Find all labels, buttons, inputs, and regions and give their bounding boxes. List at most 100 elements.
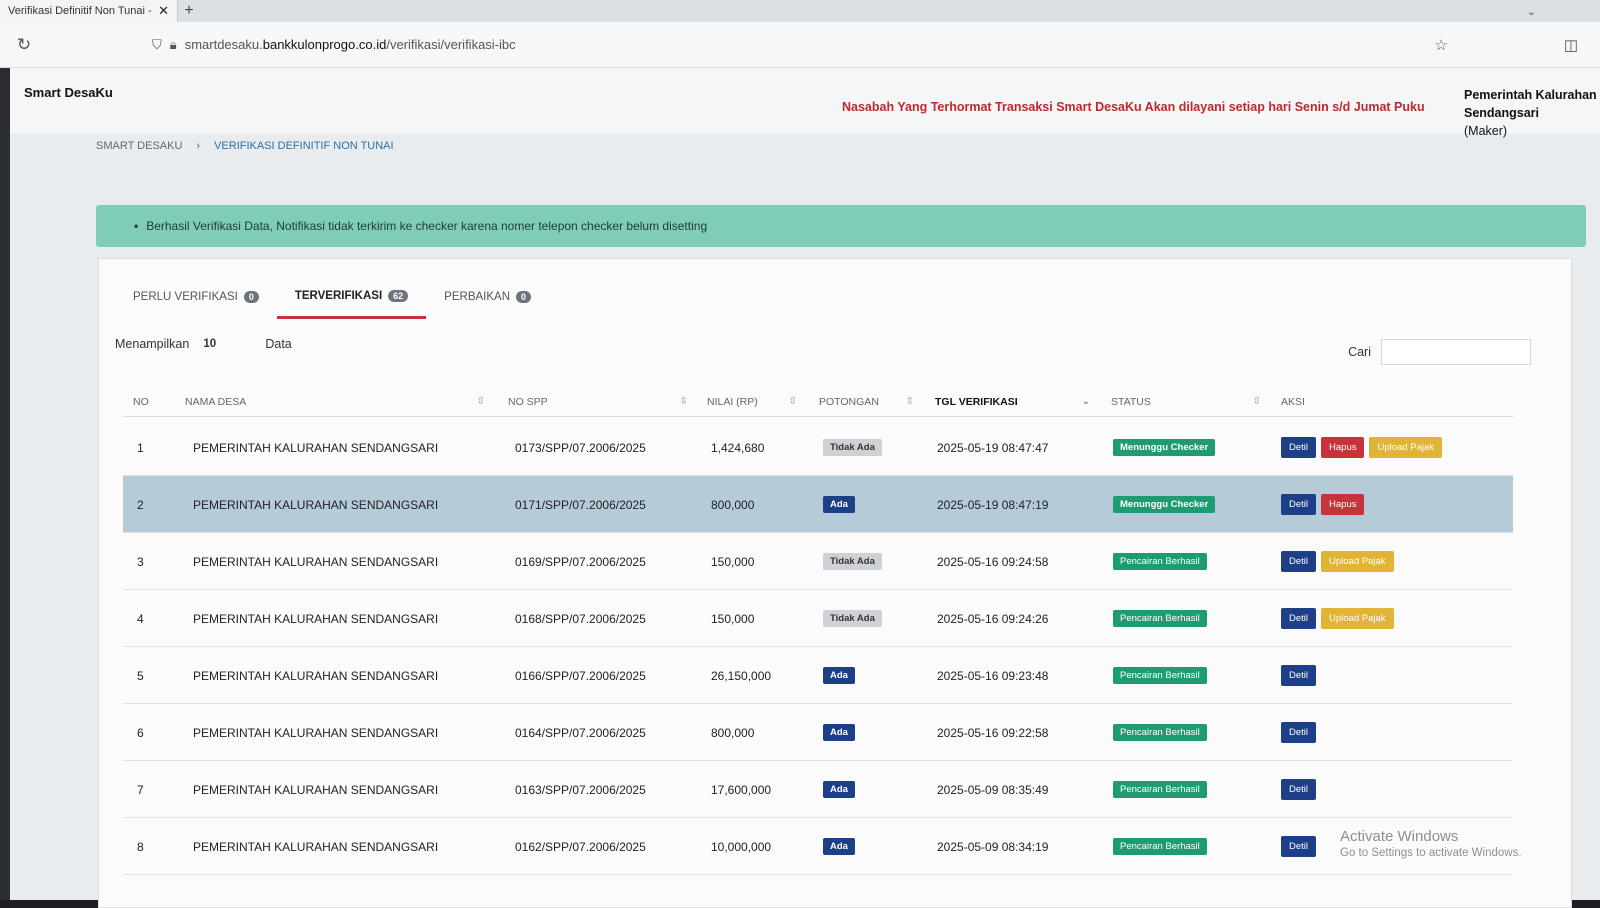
hapus-button[interactable]: Hapus <box>1321 437 1365 458</box>
cell-nama-desa: PEMERINTAH KALURAHAN SENDANGSARI <box>193 554 439 569</box>
chevron-down-icon[interactable]: ⌄ <box>1527 5 1536 18</box>
cell-nama-desa: PEMERINTAH KALURAHAN SENDANGSARI <box>193 440 439 455</box>
reload-icon[interactable]: ↻ <box>0 35 48 55</box>
tab-label: PERBAIKAN <box>444 291 510 303</box>
col-nama-desa[interactable]: NAMA DESA ⇳ <box>185 396 485 408</box>
cell-nilai: 800,000 <box>711 497 755 512</box>
table-row[interactable]: 3 PEMERINTAH KALURAHAN SENDANGSARI 0169/SP… <box>123 533 1513 590</box>
status-tabs: PERLU VERIFIKASI 0 TERVERIFIKASI 62 PERB… <box>115 275 549 319</box>
table-row[interactable]: 2 PEMERINTAH KALURAHAN SENDANGSARI 0171/SP… <box>123 476 1513 533</box>
potongan-badge: Ada <box>823 496 855 513</box>
cell-tgl-verifikasi: 2025-05-16 09:24:58 <box>937 554 1049 569</box>
detil-button[interactable]: Detil <box>1281 608 1317 629</box>
table-row[interactable]: 5 PEMERINTAH KALURAHAN SENDANGSARI 0166/SP… <box>123 647 1513 704</box>
tab-perbaikan[interactable]: PERBAIKAN 0 <box>426 275 549 319</box>
status-badge: Pencairan Berhasil <box>1113 724 1207 741</box>
upload-pajak-button[interactable]: Upload Pajak <box>1321 608 1394 629</box>
watermark-line2: Go to Settings to activate Windows. <box>1340 847 1522 859</box>
close-icon[interactable]: ✕ <box>158 3 169 19</box>
table-row[interactable]: 4 PEMERINTAH KALURAHAN SENDANGSARI 0168/SP… <box>123 590 1513 647</box>
col-no-label: NO <box>133 395 149 408</box>
cell-no-spp: 0173/SPP/07.2006/2025 <box>515 440 646 455</box>
breadcrumb: SMART DESAKU › VERIFIKASI DEFINITIF NON … <box>96 140 394 152</box>
length-prefix: Menampilkan <box>115 337 190 351</box>
tab-count-badge: 0 <box>516 291 532 303</box>
col-nilai[interactable]: NILAI (RP) ⇳ <box>707 396 797 408</box>
cell-no: 4 <box>137 611 144 626</box>
cell-nilai: 150,000 <box>711 554 755 569</box>
sort-icon: ⇳ <box>905 396 914 407</box>
aksi-cell: Detil <box>1281 647 1321 704</box>
aksi-cell: Detil Upload Pajak <box>1281 533 1399 590</box>
cell-tgl-verifikasi: 2025-05-16 09:24:26 <box>937 611 1049 626</box>
table-row[interactable]: 6 PEMERINTAH KALURAHAN SENDANGSARI 0164/SP… <box>123 704 1513 761</box>
cell-tgl-verifikasi: 2025-05-16 09:22:58 <box>937 725 1049 740</box>
detil-button[interactable]: Detil <box>1281 779 1317 800</box>
cell-nilai: 800,000 <box>711 725 755 740</box>
tab-perlu-verifikasi[interactable]: PERLU VERIFIKASI 0 <box>115 275 277 319</box>
col-tgl-verifikasi[interactable]: TGL VERIFIKASI ⌄ <box>935 396 1090 408</box>
account-name-line1: Pemerintah Kalurahan <box>1464 88 1597 102</box>
detil-button[interactable]: Detil <box>1281 722 1317 743</box>
detil-button[interactable]: Detil <box>1281 437 1317 458</box>
upload-pajak-button[interactable]: Upload Pajak <box>1369 437 1442 458</box>
cell-no-spp: 0171/SPP/07.2006/2025 <box>515 497 646 512</box>
search-input[interactable] <box>1381 339 1531 365</box>
url-text[interactable]: smartdesaku.bankkulonprogo.co.id/verifik… <box>185 37 516 52</box>
hapus-button[interactable]: Hapus <box>1321 494 1365 515</box>
account-info[interactable]: Pemerintah Kalurahan Sendangsari (Maker) <box>1464 86 1597 140</box>
search-control: Cari <box>1348 339 1531 365</box>
cell-no-spp: 0168/SPP/07.2006/2025 <box>515 611 646 626</box>
breadcrumb-root[interactable]: SMART DESAKU <box>96 140 182 152</box>
app-brand[interactable]: Smart DesaKu <box>24 85 113 100</box>
detil-button[interactable]: Detil <box>1281 551 1317 572</box>
upload-pajak-button[interactable]: Upload Pajak <box>1321 551 1394 572</box>
cell-tgl-verifikasi: 2025-05-09 08:35:49 <box>937 782 1049 797</box>
detil-button[interactable]: Detil <box>1281 494 1317 515</box>
watermark-line1: Activate Windows <box>1340 828 1459 845</box>
table-header: NO NAMA DESA ⇳ NO SPP ⇳ NILAI (RP) ⇳ POTONG… <box>123 387 1513 417</box>
status-badge: Menunggu Checker <box>1113 439 1216 456</box>
cell-no: 6 <box>137 725 144 740</box>
detil-button[interactable]: Detil <box>1281 836 1317 857</box>
table-row[interactable]: 7 PEMERINTAH KALURAHAN SENDANGSARI 0163/SP… <box>123 761 1513 818</box>
cell-no: 1 <box>137 440 144 455</box>
address-bar[interactable]: ⛉ 🔒︎ smartdesaku.bankkulonprogo.co.id/ve… <box>152 37 516 53</box>
tab-label: TERVERIFIKASI <box>294 289 383 302</box>
browser-tab-title: Verifikasi Definitif Non Tunai - S <box>8 5 155 17</box>
table-row[interactable]: 1 PEMERINTAH KALURAHAN SENDANGSARI 0173/SP… <box>123 419 1513 476</box>
page-length-select[interactable]: 10 <box>203 338 251 350</box>
search-label: Cari <box>1348 345 1371 359</box>
data-card: PERLU VERIFIKASI 0 TERVERIFIKASI 62 PERB… <box>98 258 1572 908</box>
detil-button[interactable]: Detil <box>1281 665 1317 686</box>
sort-desc-icon: ⌄ <box>1081 396 1090 407</box>
browser-tab[interactable]: Verifikasi Definitif Non Tunai - S ✕ <box>0 0 178 22</box>
shield-icon[interactable]: ⛉ <box>152 37 162 53</box>
cell-nilai: 26,150,000 <box>711 668 772 683</box>
col-potongan-label: POTONGAN <box>819 395 879 408</box>
potongan-badge: Tidak Ada <box>823 553 882 570</box>
bookmark-star-icon[interactable]: ☆ <box>1434 36 1447 54</box>
pocket-icon[interactable]: ◫ <box>1564 36 1578 54</box>
potongan-badge: Tidak Ada <box>823 610 882 627</box>
lock-icon[interactable]: 🔒︎ <box>170 37 177 53</box>
cell-no: 5 <box>137 668 144 683</box>
cell-no-spp: 0163/SPP/07.2006/2025 <box>515 782 646 797</box>
new-tab-icon[interactable]: + <box>178 2 200 20</box>
tab-terverifikasi[interactable]: TERVERIFIKASI 62 <box>276 275 427 319</box>
tab-strip: Verifikasi Definitif Non Tunai - S ✕ + ⌄ <box>0 0 1600 22</box>
aksi-cell: Detil <box>1281 704 1321 761</box>
cell-nilai: 150,000 <box>711 611 755 626</box>
col-potongan[interactable]: POTONGAN ⇳ <box>819 396 914 408</box>
table-row[interactable]: 8 PEMERINTAH KALURAHAN SENDANGSARI 0162/SP… <box>123 818 1513 875</box>
status-badge: Pencairan Berhasil <box>1113 838 1207 855</box>
col-status[interactable]: STATUS ⇳ <box>1111 396 1261 408</box>
cell-no: 2 <box>137 497 144 512</box>
col-no[interactable]: NO <box>133 396 173 408</box>
status-badge: Menunggu Checker <box>1113 496 1216 513</box>
col-no-spp[interactable]: NO SPP ⇳ <box>508 396 688 408</box>
col-tgl-label: TGL VERIFIKASI <box>935 395 1018 408</box>
cell-no-spp: 0166/SPP/07.2006/2025 <box>515 668 646 683</box>
length-suffix: Data <box>265 337 292 351</box>
screen-bezel <box>0 68 10 900</box>
